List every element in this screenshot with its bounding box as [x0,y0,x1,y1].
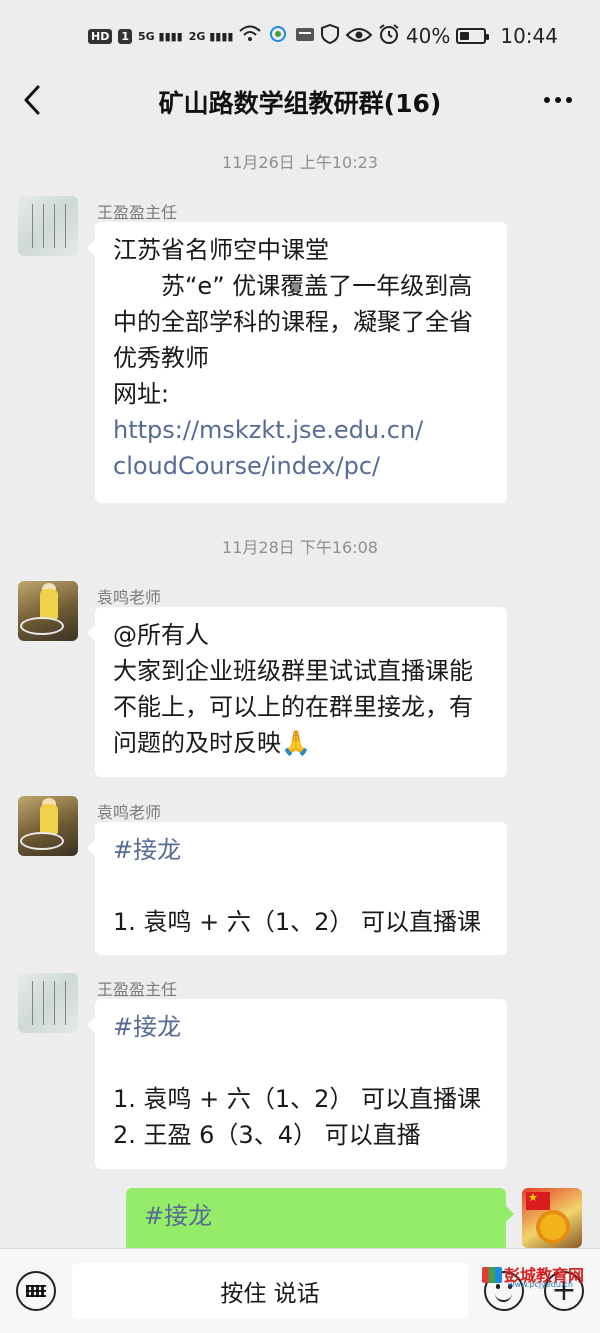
status-bar: HD 1 5G ▮▮▮▮ 2G ▮▮▮▮ 40% 10:44 [0,0,600,72]
message-line: 大家到企业班级群里试试直播课能 [113,657,473,685]
signal-5g-icon: 5G ▮▮▮▮ [138,29,183,43]
avatar[interactable] [18,581,78,641]
message-line: 苏“e” 优课覆盖了一年级到高 [113,272,473,300]
battery-icon [456,28,490,44]
shield-icon [321,23,340,49]
hashtag[interactable]: #接龙 [144,1198,488,1234]
self-avatar[interactable] [522,1188,582,1248]
cloud-app-icon [267,24,289,48]
hashtag[interactable]: #接龙 [113,1009,489,1045]
message-line: 中的全部学科的课程，凝聚了全省 [113,308,473,336]
message-line: 网址: [113,380,170,408]
message-line: 不能上，可以上的在群里接龙，有 [113,693,473,721]
avatar[interactable] [18,796,78,856]
message-line: @所有人 [113,621,209,649]
url-link[interactable]: cloudCourse/index/pc/ [113,448,489,484]
message-line: 1. 袁鸣 + 六（1、2） 可以直播课 [113,908,482,936]
message-bubble[interactable]: #接龙 1. 袁鸣 + 六（1、2） 可以直播课 [87,822,507,955]
keyboard-toggle-button[interactable] [16,1271,56,1311]
status-right: 40% 10:44 [345,23,558,50]
input-bar: 按住 说话 + [0,1248,600,1333]
hashtag[interactable]: #接龙 [113,832,489,868]
timestamp: 11月28日 下午16:08 [222,538,378,557]
battery-fill [460,32,470,40]
wifi-icon [239,24,262,48]
message-line: 2. 王盈 6（3、4） 可以直播 [113,1121,421,1149]
timestamp: 11月26日 上午10:23 [222,153,378,172]
more-icon [544,97,572,103]
signal-2g-label: 2G [188,29,206,43]
alarm-icon [378,23,400,50]
message-line: 问题的及时反映🙏 [113,729,311,757]
chat-title: 矿山路数学组教研群(16) [158,89,442,118]
hd-indicator: HD [88,28,113,44]
message-bubble[interactable]: @所有人 大家到企业班级群里试试直播课能 不能上，可以上的在群里接龙，有 问题的… [87,607,507,777]
watermark-logo: 彭城教育网 www.pcjyedu.cn [482,1262,594,1289]
signal-2g-icon: 2G ▮▮▮▮ [188,29,234,43]
books-icon [482,1267,502,1283]
message-bubble[interactable]: 江苏省名师空中课堂 苏“e” 优课覆盖了一年级到高 中的全部学科的课程，凝聚了全… [87,222,507,503]
url-link[interactable]: https://mskzkt.jse.edu.cn/ [113,412,489,448]
chat-header: 矿山路数学组教研群(16) [0,72,600,128]
battery-percent: 40% [405,24,451,48]
sender-name: 王盈盈主任 [97,203,178,222]
sender-name: 袁鸣老师 [97,588,162,607]
message-bubble[interactable]: #接龙 1. 袁鸣 + 六（1、2） 可以直播课 2. 王盈 6（3、4） 可以… [87,999,507,1169]
eye-icon [345,24,373,48]
network-indicators: HD 1 5G ▮▮▮▮ 2G ▮▮▮▮ [88,23,340,49]
sim-indicator: 1 [118,28,132,44]
more-options-button[interactable] [540,86,576,114]
message-line: 1. 袁鸣 + 六（1、2） 可以直播课 [113,1085,482,1113]
message-line: 优秀教师 [113,344,209,372]
avatar[interactable] [18,196,78,256]
sender-name: 王盈盈主任 [97,980,178,999]
sender-name: 袁鸣老师 [97,803,162,822]
app-notification-icon [295,24,315,48]
message-line: 江苏省名师空中课堂 [113,236,329,264]
signal-5g-label: 5G [138,29,155,43]
avatar[interactable] [18,973,78,1033]
keyboard-icon [26,1285,46,1297]
hold-to-talk-button[interactable]: 按住 说话 [72,1263,468,1319]
watermark-url: www.pcjyedu.cn [508,1280,573,1289]
clock: 10:44 [500,24,558,48]
